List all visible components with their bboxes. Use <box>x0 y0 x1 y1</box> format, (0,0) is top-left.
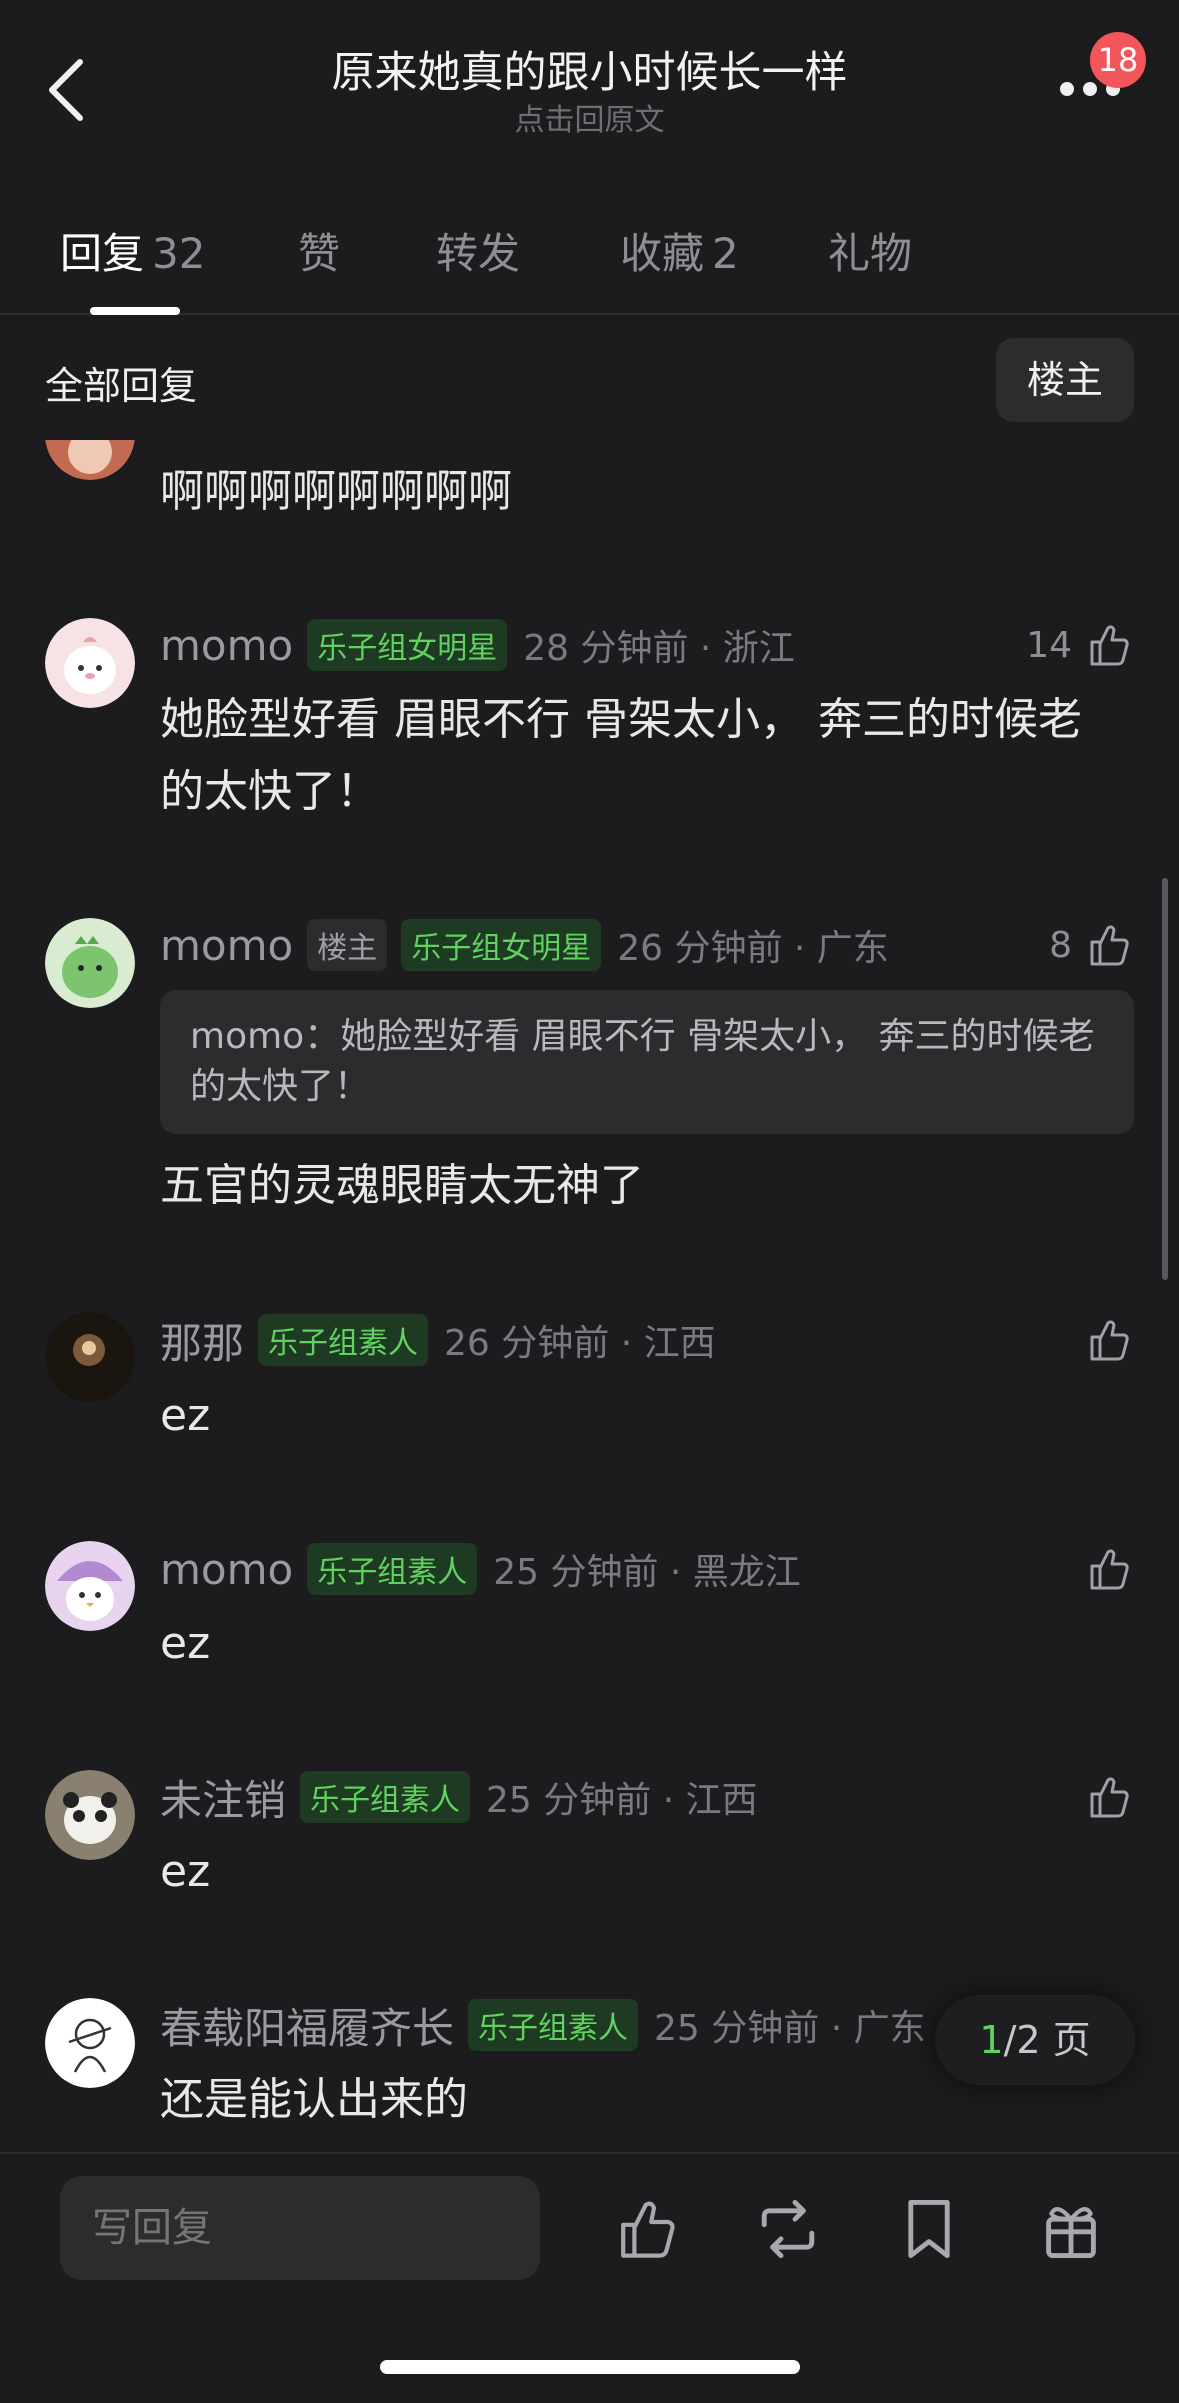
comment-meta: 未注销 乐子组素人 25 分钟前 · 江西 <box>160 1769 758 1825</box>
avatar[interactable] <box>45 1541 135 1631</box>
timestamp-location: 25 分钟前 · 黑龙江 <box>493 1552 801 1593</box>
op-only-button[interactable]: 楼主 <box>996 338 1134 422</box>
repost-icon <box>761 2199 815 2259</box>
gift-button[interactable] <box>1036 2194 1106 2264</box>
group-badge: 乐子组素人 <box>468 1999 639 2051</box>
username[interactable]: momo <box>160 621 293 670</box>
tab-reposts[interactable]: 转发 <box>436 220 520 281</box>
tab-bar: 回复 32 赞 转发 收藏 2 礼物 <box>0 200 1179 315</box>
group-badge: 乐子组素人 <box>307 1543 478 1595</box>
comment-text: ez <box>160 1846 211 1897</box>
username[interactable]: 那那 <box>160 1310 244 1371</box>
home-indicator <box>380 2360 800 2374</box>
tab-likes[interactable]: 赞 <box>298 220 340 281</box>
thumbs-up-icon <box>1090 1320 1129 1361</box>
tab-count: 32 <box>152 229 206 278</box>
comment-text: ez <box>160 1618 211 1669</box>
tab-gifts[interactable]: 礼物 <box>828 220 912 281</box>
tab-label: 赞 <box>298 229 341 278</box>
more-icon-dot <box>1083 82 1097 96</box>
username[interactable]: momo <box>160 1545 293 1594</box>
gift-icon <box>1046 2207 1096 2259</box>
like-button[interactable]: 8 <box>1049 917 1134 973</box>
thumbs-up-icon <box>1090 1777 1129 1818</box>
timestamp-location: 25 分钟前 · 广东 <box>654 2008 926 2049</box>
group-badge: 乐子组女明星 <box>401 919 602 971</box>
like-button[interactable]: 14 <box>1026 617 1134 673</box>
thumbs-up-icon <box>1090 625 1129 666</box>
group-badge: 乐子组素人 <box>300 1771 471 1823</box>
thumbs-up-icon <box>621 2201 675 2258</box>
page-title: 原来她真的跟小时候长一样 <box>331 48 848 98</box>
comment-meta: momo 楼主 乐子组女明星 26 分钟前 · 广东 <box>160 917 889 973</box>
chevron-left-icon <box>49 59 83 121</box>
tab-count: 2 <box>712 229 739 278</box>
comment-meta: 春载阳福履齐长 乐子组素人 25 分钟前 · 广东 <box>160 1997 926 2053</box>
timestamp-location: 25 分钟前 · 江西 <box>486 1780 758 1821</box>
all-replies-title: 全部回复 <box>45 364 198 408</box>
group-badge: 乐子组素人 <box>258 1314 429 1366</box>
username[interactable]: 未注销 <box>160 1767 286 1828</box>
like-button[interactable] <box>1084 1312 1134 1368</box>
timestamp-location: 28 分钟前 · 浙江 <box>523 628 795 669</box>
avatar[interactable] <box>45 618 135 708</box>
comment-meta: momo 乐子组素人 25 分钟前 · 黑龙江 <box>160 1541 801 1597</box>
tab-label: 礼物 <box>828 229 913 278</box>
op-tag: 楼主 <box>307 919 388 971</box>
header: 原来她真的跟小时候长一样 点击回原文 18 <box>0 0 1179 150</box>
avatar[interactable] <box>45 1312 135 1402</box>
like-count: 14 <box>1026 624 1072 666</box>
tab-favorites[interactable]: 收藏 2 <box>620 220 739 281</box>
username[interactable]: 春载阳福履齐长 <box>160 1995 454 2056</box>
like-count: 8 <box>1049 924 1072 966</box>
more-icon <box>1060 82 1074 96</box>
timestamp-location: 26 分钟前 · 广东 <box>617 928 889 969</box>
page-indicator[interactable]: 1/2 页 <box>935 1995 1135 2085</box>
tab-label: 收藏 <box>620 229 705 278</box>
back-to-post-link[interactable]: 点击回原文 <box>300 95 879 139</box>
like-button[interactable] <box>1084 1769 1134 1825</box>
quoted-comment[interactable]: momo：她脸型好看 眉眼不行 骨架太小， 奔三的时候老的太快了！ <box>160 990 1134 1134</box>
comment-text: 五官的灵魂眼睛太无神了 <box>160 1160 644 1211</box>
tab-label: 转发 <box>436 229 521 278</box>
back-button[interactable] <box>40 50 100 130</box>
avatar[interactable] <box>45 1998 135 2088</box>
avatar[interactable] <box>45 918 135 1008</box>
comment-text: ez <box>160 1390 211 1441</box>
comment-text: 她脸型好看 眉眼不行 骨架太小， 奔三的时候老的太快了！ <box>160 694 1082 817</box>
bookmark-icon <box>908 2199 950 2259</box>
bookmark-button[interactable] <box>894 2194 964 2264</box>
tab-replies[interactable]: 回复 32 <box>60 220 205 281</box>
comment-meta: momo 乐子组女明星 28 分钟前 · 浙江 <box>160 617 795 673</box>
current-page: 1 <box>979 2018 1004 2062</box>
avatar[interactable] <box>45 1770 135 1860</box>
group-badge: 乐子组女明星 <box>307 619 508 671</box>
thumbs-up-icon <box>1090 1549 1129 1590</box>
active-tab-indicator <box>90 307 180 315</box>
username[interactable]: momo <box>160 921 293 970</box>
like-post-button[interactable] <box>612 2194 682 2264</box>
like-button[interactable] <box>1084 1541 1134 1597</box>
comment-text: 啊啊啊啊啊啊啊啊 <box>160 466 512 517</box>
timestamp-location: 26 分钟前 · 江西 <box>444 1323 716 1364</box>
notification-badge: 18 <box>1090 32 1146 88</box>
tab-label: 回复 <box>60 229 145 278</box>
total-pages: /2 页 <box>1003 2018 1091 2062</box>
comment-meta: 那那 乐子组素人 26 分钟前 · 江西 <box>160 1312 716 1368</box>
reply-input[interactable] <box>60 2176 540 2280</box>
repost-button[interactable] <box>753 2194 823 2264</box>
thumbs-up-icon <box>1090 925 1129 966</box>
scrollbar[interactable] <box>1162 878 1168 1280</box>
